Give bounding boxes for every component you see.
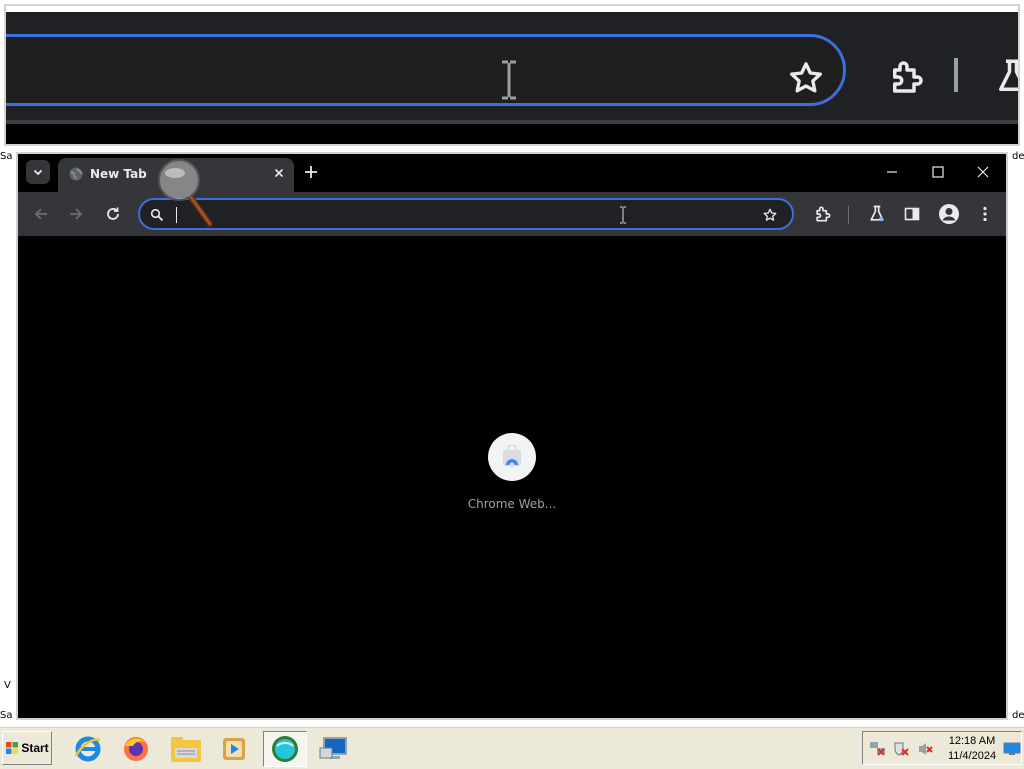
new-tab-page: Chrome Web...: [18, 236, 1006, 718]
shortcut-icon-circle: [488, 433, 536, 481]
browser-window: New Tab Chrome Web...: [16, 152, 1008, 720]
maximize-icon[interactable]: [930, 164, 946, 180]
show-desktop-icon[interactable]: [1003, 741, 1021, 757]
extensions-puzzle-icon[interactable]: [813, 204, 833, 224]
remote-desktop-icon[interactable]: [312, 731, 356, 767]
clock-time: 12:18 AM: [948, 735, 996, 747]
magnified-puzzle-icon: [886, 56, 928, 98]
toolbar-separator: [848, 206, 849, 224]
magnified-separator: [954, 58, 958, 92]
close-tab-icon[interactable]: [272, 166, 286, 180]
shortcut-label: Chrome Web...: [467, 497, 557, 511]
firefox-icon[interactable]: [114, 731, 158, 767]
chevron-down-icon: [32, 166, 44, 178]
forward-arrow-icon[interactable]: [67, 205, 85, 223]
volume-muted-icon[interactable]: [917, 741, 935, 757]
mouse-ibeam-cursor-icon: [618, 206, 628, 224]
chat-app-icon[interactable]: [263, 731, 307, 767]
desktop-text-right-bottom: de: [1012, 710, 1024, 721]
desktop-text-left-bottom: Sa: [0, 710, 13, 721]
chrome-web-store-icon: [500, 445, 524, 469]
desktop-text-left-top: Sa: [0, 151, 13, 162]
network-disconnected-icon[interactable]: [869, 741, 887, 757]
omnibox[interactable]: [138, 198, 794, 230]
side-panel-icon[interactable]: [903, 205, 921, 223]
back-arrow-icon[interactable]: [32, 205, 50, 223]
globe-icon: [68, 166, 84, 182]
close-window-icon[interactable]: [975, 164, 991, 180]
file-manager-icon[interactable]: [164, 731, 208, 767]
reload-icon[interactable]: [104, 205, 122, 223]
magnified-text-cursor-icon: [498, 60, 520, 100]
media-player-icon[interactable]: [212, 731, 256, 767]
address-input[interactable]: [174, 204, 738, 226]
system-tray: 12:18 AM 11/4/2024: [862, 731, 1022, 765]
magnified-star-icon: [786, 58, 826, 98]
clock-date: 11/4/2024: [947, 750, 997, 762]
profile-avatar-icon[interactable]: [938, 203, 960, 225]
bookmark-star-icon[interactable]: [762, 207, 778, 223]
start-button[interactable]: Start: [2, 731, 52, 765]
magnifier-divider: [6, 120, 1018, 124]
magnifier-window: [4, 4, 1020, 146]
shortcut-tile[interactable]: Chrome Web...: [458, 433, 566, 511]
labs-flask-icon[interactable]: [867, 204, 887, 224]
clock[interactable]: 12:18 AM 11/4/2024: [941, 734, 1003, 764]
more-menu-icon[interactable]: [976, 205, 994, 223]
new-tab-plus-icon[interactable]: [302, 163, 320, 181]
start-label: Start: [21, 741, 49, 755]
internet-explorer-icon[interactable]: [66, 731, 110, 767]
magnified-omnibox: [6, 34, 846, 106]
desktop-text-left-mid: V: [4, 680, 11, 691]
windows-logo-icon: [5, 741, 19, 755]
desktop-text-right-top: de: [1012, 151, 1024, 162]
tab-search-button[interactable]: [26, 160, 50, 184]
tab-title: New Tab: [90, 167, 147, 181]
magnified-toolbar: [6, 12, 1018, 120]
magnified-flask-icon: [992, 56, 1018, 98]
taskbar: Start 12:18 AM 11/4/2024: [0, 726, 1024, 769]
minimize-icon[interactable]: [884, 164, 900, 180]
magnifying-glass-cursor-icon: [156, 158, 218, 228]
security-alert-icon[interactable]: [893, 741, 911, 757]
